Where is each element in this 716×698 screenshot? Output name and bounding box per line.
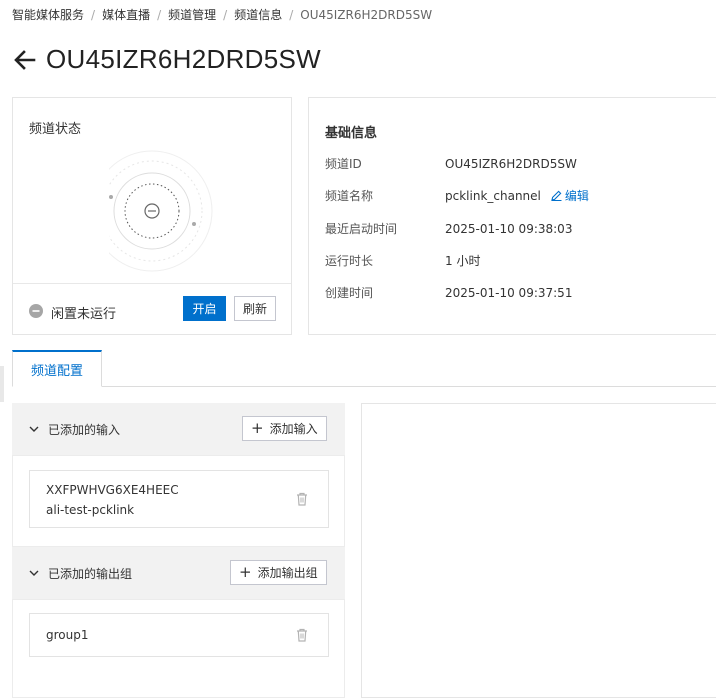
- outputs-section-title: 已添加的输出组: [48, 567, 133, 581]
- info-value: 2025-01-10 09:37:51: [445, 285, 573, 300]
- config-detail-panel: [361, 403, 716, 698]
- info-card-title: 基础信息: [325, 126, 378, 141]
- breadcrumb-item-channel-info[interactable]: 频道信息: [234, 6, 282, 23]
- info-row-run-duration: 运行时长 1 小时: [325, 252, 480, 269]
- info-row-created: 创建时间 2025-01-10 09:37:51: [325, 284, 572, 301]
- output-group-name: group1: [46, 628, 89, 642]
- input-id: XXFPWHVG6XE4HEEC: [46, 483, 179, 497]
- info-label: 频道名称: [325, 189, 374, 203]
- basic-info-card: 基础信息 频道ID OU45IZR6H2DRD5SW 频道名称 pcklink_…: [308, 97, 716, 335]
- breadcrumb-separator: /: [157, 7, 162, 22]
- info-value: OU45IZR6H2DRD5SW: [445, 156, 577, 171]
- breadcrumb-current: OU45IZR6H2DRD5SW: [300, 7, 433, 22]
- inputs-section-body: XXFPWHVG6XE4HEEC ali-test-pcklink: [12, 455, 345, 547]
- side-drawer-handle[interactable]: [0, 366, 4, 402]
- breadcrumb: 智能媒体服务 / 媒体直播 / 频道管理 / 频道信息 / OU45IZR6H2…: [12, 6, 432, 23]
- info-row-channel-name: 频道名称 pcklink_channel 编辑: [325, 187, 589, 204]
- plus-icon: +: [239, 563, 252, 581]
- tab-bar: 频道配置: [12, 350, 716, 387]
- info-label: 运行时长: [325, 254, 374, 268]
- page-header: OU45IZR6H2DRD5SW: [12, 44, 321, 75]
- start-button[interactable]: 开启: [183, 296, 226, 321]
- inputs-section-header[interactable]: 已添加的输入 + 添加输入: [12, 403, 345, 455]
- breadcrumb-item-ims[interactable]: 智能媒体服务: [12, 6, 84, 23]
- edit-name-link[interactable]: 编辑: [551, 187, 589, 204]
- breadcrumb-separator: /: [223, 7, 228, 22]
- info-value: 2025-01-10 09:38:03: [445, 221, 573, 236]
- info-row-last-start: 最近启动时间 2025-01-10 09:38:03: [325, 220, 572, 237]
- chevron-down-icon: [29, 426, 39, 432]
- info-row-channel-id: 频道ID OU45IZR6H2DRD5SW: [325, 155, 577, 172]
- input-item-card[interactable]: XXFPWHVG6XE4HEEC ali-test-pcklink: [29, 470, 329, 528]
- breadcrumb-item-live[interactable]: 媒体直播: [102, 6, 150, 23]
- status-card-title: 频道状态: [29, 122, 82, 137]
- add-output-group-button[interactable]: + 添加输出组: [230, 560, 327, 585]
- info-value: pcklink_channel: [445, 188, 541, 203]
- outputs-section-body: group1: [12, 599, 345, 698]
- breadcrumb-item-channel-management[interactable]: 频道管理: [168, 6, 216, 23]
- info-label: 创建时间: [325, 286, 374, 300]
- refresh-button[interactable]: 刷新: [234, 296, 276, 321]
- page-title: OU45IZR6H2DRD5SW: [46, 44, 321, 74]
- add-input-label: 添加输入: [269, 422, 318, 436]
- pencil-icon: [551, 190, 562, 201]
- config-panel: 已添加的输入 + 添加输入 XXFPWHVG6XE4HEEC ali-test-…: [12, 403, 345, 698]
- info-value-wrap: pcklink_channel 编辑: [445, 187, 589, 204]
- trash-icon[interactable]: [296, 628, 308, 642]
- info-label: 频道ID: [325, 157, 362, 171]
- inputs-section-title: 已添加的输入: [48, 423, 121, 437]
- add-input-button[interactable]: + 添加输入: [242, 416, 327, 441]
- tab-channel-config[interactable]: 频道配置: [12, 350, 102, 387]
- breadcrumb-separator: /: [91, 7, 96, 22]
- breadcrumb-separator: /: [289, 7, 294, 22]
- arrow-left-icon[interactable]: [12, 47, 38, 73]
- info-label: 最近启动时间: [325, 222, 398, 236]
- plus-icon: +: [251, 419, 264, 437]
- input-name: ali-test-pcklink: [46, 503, 135, 517]
- status-text: 闲置未运行: [51, 307, 117, 322]
- status-radar-graphic: [109, 150, 213, 272]
- info-value: 1 小时: [445, 254, 481, 268]
- add-output-group-label: 添加输出组: [257, 566, 318, 580]
- trash-icon[interactable]: [296, 492, 308, 506]
- status-footer: 闲置未运行 开启 刷新: [13, 283, 291, 335]
- channel-status-card: 频道状态 闲置未运行 开启 刷新: [12, 97, 292, 335]
- outputs-section-header[interactable]: 已添加的输出组 + 添加输出组: [12, 547, 345, 599]
- chevron-down-icon: [29, 570, 39, 576]
- minus-circle-icon: [29, 304, 43, 318]
- edit-link-label: 编辑: [564, 189, 589, 203]
- output-group-item-card[interactable]: group1: [29, 613, 329, 657]
